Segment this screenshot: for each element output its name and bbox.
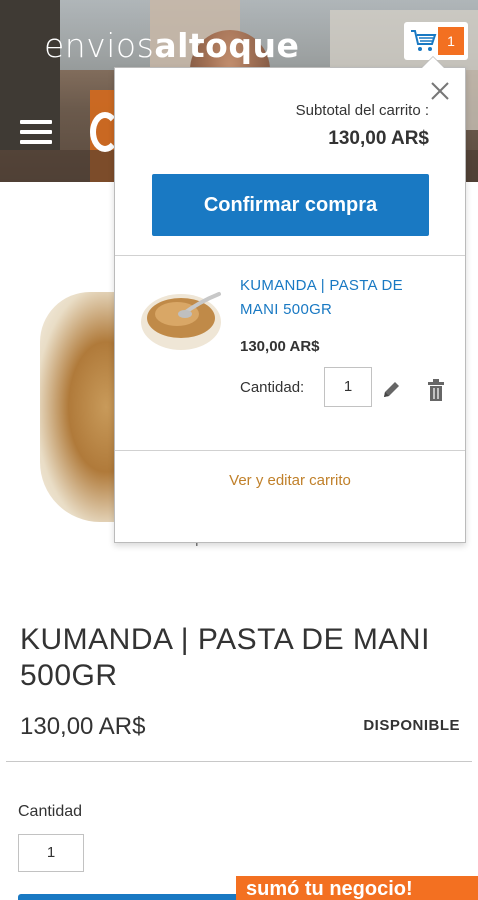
minicart-button[interactable]: 1: [404, 22, 468, 60]
cart-item-quantity-label: Cantidad:: [240, 379, 305, 396]
cart-item-thumbnail[interactable]: [139, 288, 227, 352]
pencil-icon[interactable]: [381, 380, 401, 400]
subtotal-value: 130,00 AR$: [328, 128, 429, 149]
close-icon[interactable]: [429, 80, 451, 102]
promo-banner[interactable]: sumó tu negocio!: [236, 876, 478, 900]
shopping-cart-icon: [411, 30, 437, 51]
site-logo[interactable]: enviosaltoque: [44, 26, 299, 65]
divider: [6, 761, 472, 762]
logo-light-text: envios: [44, 26, 155, 65]
quantity-label: Cantidad: [18, 803, 83, 820]
product-price: 130,00 AR$: [20, 713, 146, 740]
view-edit-cart-link[interactable]: Ver y editar carrito: [115, 472, 465, 489]
cart-item-quantity-input[interactable]: 1: [324, 367, 372, 407]
cart-item-name[interactable]: KUMANDA | PASTA DE MANI 500GR: [240, 274, 440, 322]
subtotal-label: Subtotal del carrito :: [295, 102, 429, 119]
minicart-dropdown: Subtotal del carrito : 130,00 AR$ Confir…: [114, 56, 466, 543]
stock-status: DISPONIBLE: [363, 717, 460, 734]
quantity-input[interactable]: 1: [18, 834, 84, 872]
confirm-purchase-button[interactable]: Confirmar compra: [152, 174, 429, 236]
cart-count-badge: 1: [438, 27, 464, 55]
cart-item-price: 130,00 AR$: [240, 338, 320, 355]
hamburger-menu-icon[interactable]: [20, 120, 52, 144]
logo-bold-text: altoque: [154, 26, 300, 65]
divider: [115, 255, 465, 256]
divider: [115, 450, 465, 451]
trash-icon[interactable]: [427, 379, 445, 401]
product-title: KUMANDA | PASTA DE MANI 500GR: [20, 623, 430, 692]
